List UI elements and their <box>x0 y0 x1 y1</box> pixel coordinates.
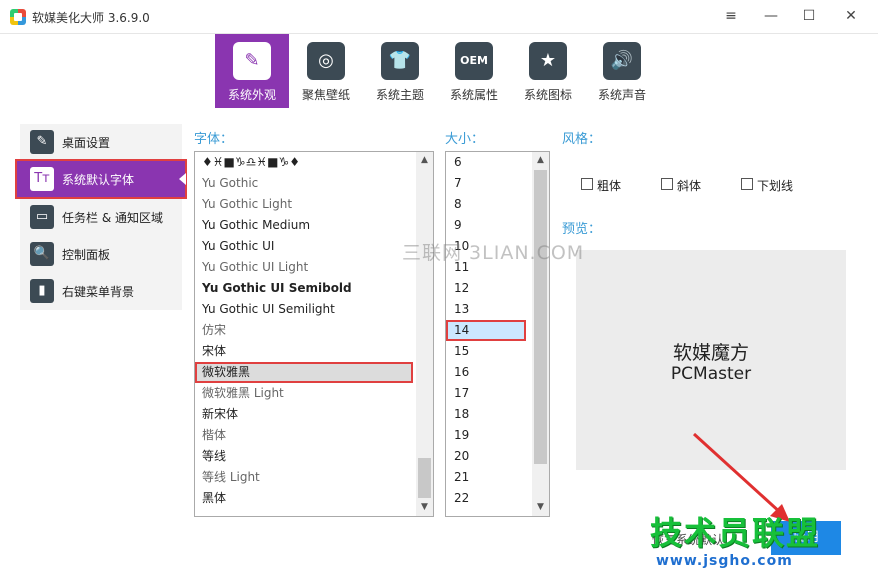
watermark-text: 三联网 3LIAN.COM <box>402 242 585 264</box>
tab-focus-wallpaper[interactable]: ◎ 聚焦壁纸 <box>289 34 363 108</box>
font-list-item[interactable]: 等线 Light <box>195 467 415 488</box>
font-list-item[interactable]: ♦♓■♑♎♓■♑♦ <box>195 152 415 173</box>
font-list-item[interactable]: Yu Gothic UI Semilight <box>195 299 415 320</box>
tab-label: 系统外观 <box>227 88 276 102</box>
checkbox-box[interactable] <box>741 178 753 190</box>
checkbox-label: 斜体 <box>677 179 702 193</box>
size-list-item[interactable]: 8 <box>446 194 532 215</box>
checkbox-box[interactable] <box>581 178 593 190</box>
sidebar-item-control-panel[interactable]: 🔍 控制面板 <box>20 236 182 272</box>
font-list-item[interactable]: 宋体 <box>195 341 415 362</box>
checkbox-label: 粗体 <box>597 179 622 193</box>
brush-icon: ✎ <box>233 42 271 80</box>
sidebar-item-taskbar[interactable]: ▭ 任务栏 & 通知区域 <box>20 199 182 235</box>
scroll-up-icon[interactable]: ▲ <box>416 152 433 169</box>
scroll-down-icon[interactable]: ▼ <box>532 499 549 516</box>
tab-label: 系统属性 <box>449 88 498 102</box>
font-list-item[interactable]: 黑体 <box>195 488 415 509</box>
font-list-item[interactable]: Yu Gothic <box>195 173 415 194</box>
font-list-item[interactable]: Yu Gothic UI Light <box>195 257 415 278</box>
oem-icon: OEM <box>455 42 493 80</box>
font-list-item[interactable]: 等线 <box>195 446 415 467</box>
sidebar-item-default-font[interactable]: Tт 系统默认字体 <box>15 159 187 199</box>
font-list-item[interactable]: 新宋体 <box>195 404 415 425</box>
size-list-item-selected[interactable]: 14 <box>446 320 526 341</box>
watermark-brand: 技术员联盟 <box>650 514 821 552</box>
size-list-scrollbar[interactable]: ▲ ▼ <box>532 152 549 516</box>
sidebar-item-label: 控制面板 <box>62 248 111 262</box>
font-list[interactable]: ♦♓■♑♎♓■♑♦ Yu Gothic Yu Gothic Light Yu G… <box>194 151 434 517</box>
minimize-button[interactable]: — <box>756 4 786 28</box>
star-icon: ★ <box>529 42 567 80</box>
size-list-item[interactable]: 16 <box>446 362 532 383</box>
menu-icon[interactable]: ≡ <box>716 4 746 28</box>
font-list-item[interactable]: Yu Gothic UI <box>195 236 415 257</box>
maximize-button[interactable]: ☐ <box>794 4 824 28</box>
top-navigation: ✎ 系统外观 ◎ 聚焦壁纸 👕 系统主题 OEM 系统属性 ★ 系统图标 🔊 系… <box>0 34 878 108</box>
size-list-item[interactable]: 18 <box>446 404 532 425</box>
sidebar-item-context-menu[interactable]: ▮ 右键菜单背景 <box>20 273 182 309</box>
tab-system-sounds[interactable]: 🔊 系统声音 <box>585 34 659 108</box>
preview-text-line2: PCMaster <box>670 364 752 384</box>
font-list-item-selected[interactable]: 微软雅黑 <box>195 362 413 383</box>
sidebar-item-desktop-settings[interactable]: ✎ 桌面设置 <box>20 124 182 160</box>
sidebar-item-label: 任务栏 & 通知区域 <box>62 211 163 225</box>
font-icon: Tт <box>30 167 54 191</box>
brush-icon: ✎ <box>30 130 54 154</box>
font-list-item[interactable]: Yu Gothic UI Semibold <box>195 278 415 299</box>
sidebar-item-label: 右键菜单背景 <box>62 285 135 299</box>
speaker-icon: 🔊 <box>603 42 641 80</box>
search-icon: 🔍 <box>30 242 54 266</box>
tshirt-icon: 👕 <box>381 42 419 80</box>
sidebar-item-label: 系统默认字体 <box>62 173 135 187</box>
style-label: 风格： <box>562 132 602 147</box>
font-list-item[interactable]: 仿宋 <box>195 320 415 341</box>
font-list-item[interactable]: 微软雅黑 Light <box>195 383 415 404</box>
panel-icon: ▮ <box>30 279 54 303</box>
target-icon: ◎ <box>307 42 345 80</box>
font-label: 字体： <box>194 132 234 147</box>
title-bar: 软媒美化大师 3.6.9.0 ≡ — ☐ ✕ <box>0 0 878 34</box>
checkbox-box[interactable] <box>661 178 673 190</box>
close-button[interactable]: ✕ <box>836 4 866 28</box>
taskbar-icon: ▭ <box>30 205 54 229</box>
window-title: 软媒美化大师 3.6.9.0 <box>32 11 150 25</box>
size-list-item[interactable]: 17 <box>446 383 532 404</box>
sidebar-item-label: 桌面设置 <box>62 136 111 150</box>
size-list-item[interactable]: 19 <box>446 425 532 446</box>
size-label: 大小： <box>445 132 485 147</box>
size-list-item[interactable]: 7 <box>446 173 532 194</box>
sidebar: ✎ 桌面设置 Tт 系统默认字体 ▭ 任务栏 & 通知区域 🔍 控制面板 ▮ 右… <box>15 124 187 310</box>
font-list-item[interactable]: Yu Gothic Light <box>195 194 415 215</box>
font-list-scrollbar[interactable]: ▲ ▼ <box>416 152 433 516</box>
tab-label: 聚焦壁纸 <box>301 88 350 102</box>
app-logo-icon <box>10 9 26 25</box>
tab-system-icons[interactable]: ★ 系统图标 <box>511 34 585 108</box>
tab-system-appearance[interactable]: ✎ 系统外观 <box>215 34 289 108</box>
watermark-url: www.jsgho.com <box>656 553 793 569</box>
scrollbar-thumb[interactable] <box>534 170 547 464</box>
scroll-down-icon[interactable]: ▼ <box>416 499 433 516</box>
size-list-item[interactable]: 13 <box>446 299 532 320</box>
size-list-item[interactable]: 21 <box>446 467 532 488</box>
checkbox-label: 下划线 <box>757 179 794 193</box>
tab-system-properties[interactable]: OEM 系统属性 <box>437 34 511 108</box>
scroll-up-icon[interactable]: ▲ <box>532 152 549 169</box>
tab-label: 系统声音 <box>597 88 646 102</box>
size-list-item[interactable]: 20 <box>446 446 532 467</box>
size-list-item[interactable]: 6 <box>446 152 532 173</box>
font-list-item[interactable]: 楷体 <box>195 425 415 446</box>
size-list-item[interactable]: 15 <box>446 341 532 362</box>
size-list-item[interactable]: 12 <box>446 278 532 299</box>
tab-label: 系统图标 <box>523 88 572 102</box>
scrollbar-thumb[interactable] <box>418 458 431 498</box>
font-list-item[interactable]: Yu Gothic Medium <box>195 215 415 236</box>
preview-text-line1: 软媒魔方 <box>672 342 749 364</box>
size-list-item[interactable]: 9 <box>446 215 532 236</box>
tab-label: 系统主题 <box>375 88 424 102</box>
size-list[interactable]: 6 7 8 9 10 11 12 13 14 15 16 17 18 19 20… <box>445 151 550 517</box>
size-list-item[interactable]: 22 <box>446 488 532 509</box>
preview-label: 预览： <box>562 222 602 237</box>
tab-system-theme[interactable]: 👕 系统主题 <box>363 34 437 108</box>
